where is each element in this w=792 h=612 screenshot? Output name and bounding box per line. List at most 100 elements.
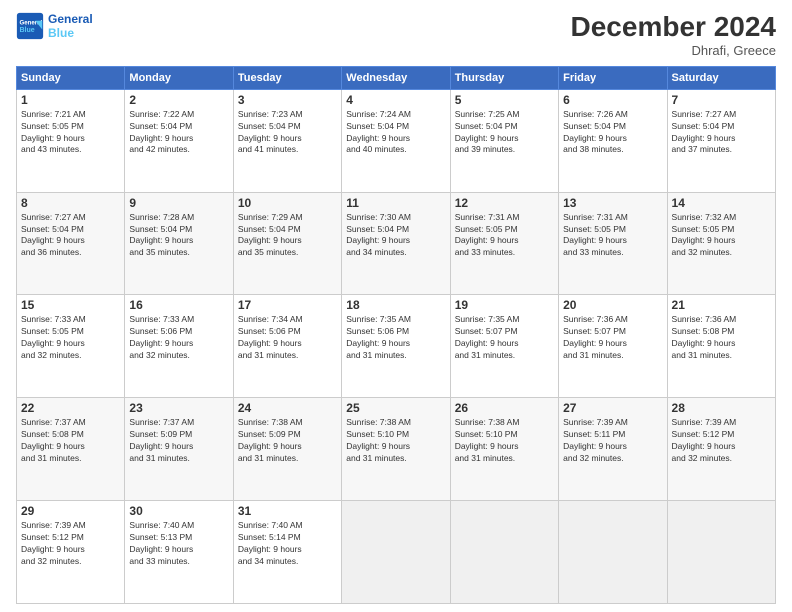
col-wednesday: Wednesday — [342, 66, 450, 89]
day-info: Sunrise: 7:39 AM Sunset: 5:12 PM Dayligh… — [672, 417, 771, 465]
day-number: 18 — [346, 298, 445, 312]
month-title: December 2024 — [571, 12, 776, 43]
day-info: Sunrise: 7:24 AM Sunset: 5:04 PM Dayligh… — [346, 109, 445, 157]
week-row-4: 22 Sunrise: 7:37 AM Sunset: 5:08 PM Dayl… — [17, 398, 776, 501]
week-row-5: 29 Sunrise: 7:39 AM Sunset: 5:12 PM Dayl… — [17, 501, 776, 604]
table-cell: 8 Sunrise: 7:27 AM Sunset: 5:04 PM Dayli… — [17, 192, 125, 295]
week-row-3: 15 Sunrise: 7:33 AM Sunset: 5:05 PM Dayl… — [17, 295, 776, 398]
day-number: 7 — [672, 93, 771, 107]
table-cell: 3 Sunrise: 7:23 AM Sunset: 5:04 PM Dayli… — [233, 89, 341, 192]
day-info: Sunrise: 7:23 AM Sunset: 5:04 PM Dayligh… — [238, 109, 337, 157]
col-sunday: Sunday — [17, 66, 125, 89]
day-number: 24 — [238, 401, 337, 415]
day-info: Sunrise: 7:38 AM Sunset: 5:10 PM Dayligh… — [455, 417, 554, 465]
day-info: Sunrise: 7:40 AM Sunset: 5:14 PM Dayligh… — [238, 520, 337, 568]
day-number: 15 — [21, 298, 120, 312]
day-info: Sunrise: 7:39 AM Sunset: 5:12 PM Dayligh… — [21, 520, 120, 568]
day-number: 13 — [563, 196, 662, 210]
table-cell: 2 Sunrise: 7:22 AM Sunset: 5:04 PM Dayli… — [125, 89, 233, 192]
calendar-header-row: Sunday Monday Tuesday Wednesday Thursday… — [17, 66, 776, 89]
table-cell — [667, 501, 775, 604]
day-number: 4 — [346, 93, 445, 107]
table-cell: 24 Sunrise: 7:38 AM Sunset: 5:09 PM Dayl… — [233, 398, 341, 501]
day-info: Sunrise: 7:35 AM Sunset: 5:07 PM Dayligh… — [455, 314, 554, 362]
table-cell: 28 Sunrise: 7:39 AM Sunset: 5:12 PM Dayl… — [667, 398, 775, 501]
table-cell: 15 Sunrise: 7:33 AM Sunset: 5:05 PM Dayl… — [17, 295, 125, 398]
day-info: Sunrise: 7:32 AM Sunset: 5:05 PM Dayligh… — [672, 212, 771, 260]
col-tuesday: Tuesday — [233, 66, 341, 89]
table-cell: 7 Sunrise: 7:27 AM Sunset: 5:04 PM Dayli… — [667, 89, 775, 192]
day-info: Sunrise: 7:35 AM Sunset: 5:06 PM Dayligh… — [346, 314, 445, 362]
day-info: Sunrise: 7:36 AM Sunset: 5:08 PM Dayligh… — [672, 314, 771, 362]
logo-icon: General Blue — [16, 12, 44, 40]
day-info: Sunrise: 7:31 AM Sunset: 5:05 PM Dayligh… — [455, 212, 554, 260]
day-number: 12 — [455, 196, 554, 210]
table-cell: 18 Sunrise: 7:35 AM Sunset: 5:06 PM Dayl… — [342, 295, 450, 398]
day-info: Sunrise: 7:40 AM Sunset: 5:13 PM Dayligh… — [129, 520, 228, 568]
day-number: 5 — [455, 93, 554, 107]
table-cell: 29 Sunrise: 7:39 AM Sunset: 5:12 PM Dayl… — [17, 501, 125, 604]
day-info: Sunrise: 7:39 AM Sunset: 5:11 PM Dayligh… — [563, 417, 662, 465]
day-number: 3 — [238, 93, 337, 107]
table-cell: 17 Sunrise: 7:34 AM Sunset: 5:06 PM Dayl… — [233, 295, 341, 398]
day-number: 31 — [238, 504, 337, 518]
day-info: Sunrise: 7:38 AM Sunset: 5:10 PM Dayligh… — [346, 417, 445, 465]
table-cell: 20 Sunrise: 7:36 AM Sunset: 5:07 PM Dayl… — [559, 295, 667, 398]
day-info: Sunrise: 7:30 AM Sunset: 5:04 PM Dayligh… — [346, 212, 445, 260]
day-info: Sunrise: 7:27 AM Sunset: 5:04 PM Dayligh… — [21, 212, 120, 260]
day-info: Sunrise: 7:36 AM Sunset: 5:07 PM Dayligh… — [563, 314, 662, 362]
day-info: Sunrise: 7:37 AM Sunset: 5:09 PM Dayligh… — [129, 417, 228, 465]
day-number: 22 — [21, 401, 120, 415]
calendar-table: Sunday Monday Tuesday Wednesday Thursday… — [16, 66, 776, 604]
day-info: Sunrise: 7:21 AM Sunset: 5:05 PM Dayligh… — [21, 109, 120, 157]
table-cell: 19 Sunrise: 7:35 AM Sunset: 5:07 PM Dayl… — [450, 295, 558, 398]
day-info: Sunrise: 7:22 AM Sunset: 5:04 PM Dayligh… — [129, 109, 228, 157]
table-cell — [450, 501, 558, 604]
day-info: Sunrise: 7:37 AM Sunset: 5:08 PM Dayligh… — [21, 417, 120, 465]
day-number: 17 — [238, 298, 337, 312]
table-cell: 26 Sunrise: 7:38 AM Sunset: 5:10 PM Dayl… — [450, 398, 558, 501]
day-info: Sunrise: 7:28 AM Sunset: 5:04 PM Dayligh… — [129, 212, 228, 260]
table-cell: 11 Sunrise: 7:30 AM Sunset: 5:04 PM Dayl… — [342, 192, 450, 295]
table-cell: 25 Sunrise: 7:38 AM Sunset: 5:10 PM Dayl… — [342, 398, 450, 501]
col-monday: Monday — [125, 66, 233, 89]
day-number: 25 — [346, 401, 445, 415]
day-number: 19 — [455, 298, 554, 312]
table-cell: 22 Sunrise: 7:37 AM Sunset: 5:08 PM Dayl… — [17, 398, 125, 501]
location: Dhrafi, Greece — [571, 43, 776, 58]
header: General Blue General Blue December 2024 … — [16, 12, 776, 58]
table-cell: 12 Sunrise: 7:31 AM Sunset: 5:05 PM Dayl… — [450, 192, 558, 295]
table-cell: 6 Sunrise: 7:26 AM Sunset: 5:04 PM Dayli… — [559, 89, 667, 192]
day-info: Sunrise: 7:31 AM Sunset: 5:05 PM Dayligh… — [563, 212, 662, 260]
table-cell: 21 Sunrise: 7:36 AM Sunset: 5:08 PM Dayl… — [667, 295, 775, 398]
day-number: 30 — [129, 504, 228, 518]
table-cell: 16 Sunrise: 7:33 AM Sunset: 5:06 PM Dayl… — [125, 295, 233, 398]
day-number: 6 — [563, 93, 662, 107]
table-cell: 14 Sunrise: 7:32 AM Sunset: 5:05 PM Dayl… — [667, 192, 775, 295]
table-cell: 23 Sunrise: 7:37 AM Sunset: 5:09 PM Dayl… — [125, 398, 233, 501]
table-cell: 9 Sunrise: 7:28 AM Sunset: 5:04 PM Dayli… — [125, 192, 233, 295]
day-info: Sunrise: 7:29 AM Sunset: 5:04 PM Dayligh… — [238, 212, 337, 260]
day-number: 23 — [129, 401, 228, 415]
svg-text:Blue: Blue — [20, 27, 35, 34]
day-number: 20 — [563, 298, 662, 312]
week-row-1: 1 Sunrise: 7:21 AM Sunset: 5:05 PM Dayli… — [17, 89, 776, 192]
col-saturday: Saturday — [667, 66, 775, 89]
day-number: 11 — [346, 196, 445, 210]
day-info: Sunrise: 7:34 AM Sunset: 5:06 PM Dayligh… — [238, 314, 337, 362]
day-number: 29 — [21, 504, 120, 518]
table-cell: 5 Sunrise: 7:25 AM Sunset: 5:04 PM Dayli… — [450, 89, 558, 192]
day-number: 9 — [129, 196, 228, 210]
day-info: Sunrise: 7:25 AM Sunset: 5:04 PM Dayligh… — [455, 109, 554, 157]
table-cell — [342, 501, 450, 604]
day-number: 10 — [238, 196, 337, 210]
table-cell: 30 Sunrise: 7:40 AM Sunset: 5:13 PM Dayl… — [125, 501, 233, 604]
logo-text: General Blue — [48, 12, 93, 40]
page: General Blue General Blue December 2024 … — [0, 0, 792, 612]
day-info: Sunrise: 7:33 AM Sunset: 5:06 PM Dayligh… — [129, 314, 228, 362]
table-cell: 31 Sunrise: 7:40 AM Sunset: 5:14 PM Dayl… — [233, 501, 341, 604]
day-info: Sunrise: 7:26 AM Sunset: 5:04 PM Dayligh… — [563, 109, 662, 157]
day-number: 2 — [129, 93, 228, 107]
col-friday: Friday — [559, 66, 667, 89]
table-cell: 10 Sunrise: 7:29 AM Sunset: 5:04 PM Dayl… — [233, 192, 341, 295]
